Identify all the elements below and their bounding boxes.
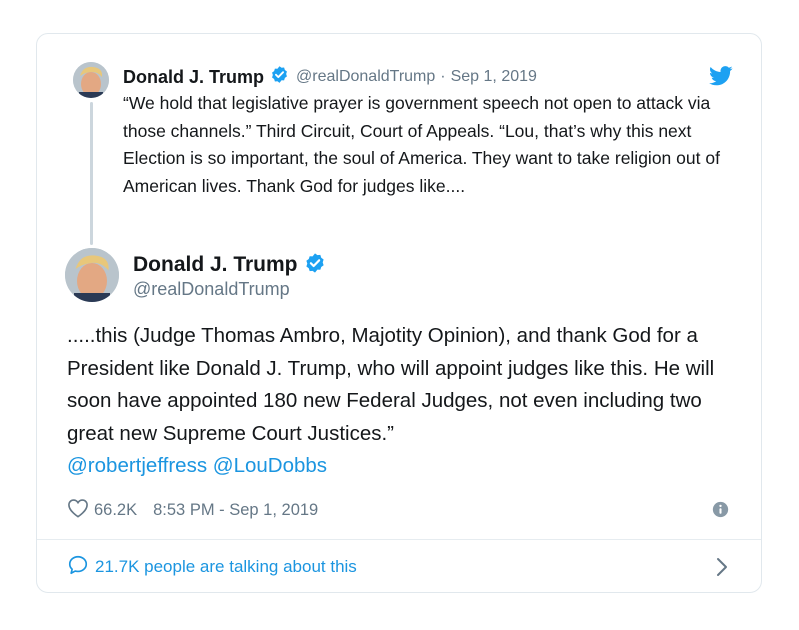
verified-badge-icon	[304, 252, 326, 279]
main-tweet-body: .....this (Judge Thomas Ambro, Majotity …	[67, 324, 715, 445]
verified-badge-icon	[270, 65, 289, 89]
talking-about-text[interactable]: 21.7K people are talking about this	[95, 557, 357, 577]
mention-loudobbs[interactable]: @LouDobbs	[213, 454, 327, 477]
main-avatar[interactable]	[65, 248, 119, 302]
tweet-embed-card: Donald J. Trump @realDonaldTrump · Sep 1…	[36, 33, 762, 593]
reply-tweet-text: “We hold that legislative prayer is gove…	[123, 93, 720, 196]
reply-date[interactable]: Sep 1, 2019	[451, 68, 537, 86]
mention-robertjeffress[interactable]: @robertjeffress	[67, 454, 207, 477]
twitter-bird-icon[interactable]	[709, 66, 733, 91]
tweet-meta-row: 66.2K 8:53 PM - Sep 1, 2019	[67, 498, 318, 522]
reply-separator: ·	[440, 68, 446, 85]
main-author-name[interactable]: Donald J. Trump	[133, 253, 298, 277]
tweet-timestamp[interactable]: 8:53 PM - Sep 1, 2019	[153, 501, 318, 520]
reply-author-name[interactable]: Donald J. Trump	[123, 67, 264, 88]
thread-connector-line	[90, 102, 93, 245]
heart-icon[interactable]	[67, 498, 89, 523]
talking-about-link[interactable]: 21.7K people are talking about this	[67, 554, 357, 580]
info-icon[interactable]	[712, 501, 729, 523]
reply-author-handle[interactable]: @realDonaldTrump	[296, 68, 435, 86]
footer-divider	[37, 539, 761, 540]
main-tweet-text: .....this (Judge Thomas Ambro, Majotity …	[67, 320, 743, 483]
chevron-right-icon[interactable]	[715, 556, 729, 583]
reply-header: Donald J. Trump @realDonaldTrump · Sep 1…	[123, 65, 537, 89]
main-header: Donald J. Trump	[133, 251, 326, 279]
like-count[interactable]: 66.2K	[94, 501, 137, 520]
main-author-handle[interactable]: @realDonaldTrump	[133, 279, 290, 300]
speech-bubble-icon	[67, 554, 89, 581]
reply-avatar[interactable]	[73, 62, 109, 98]
